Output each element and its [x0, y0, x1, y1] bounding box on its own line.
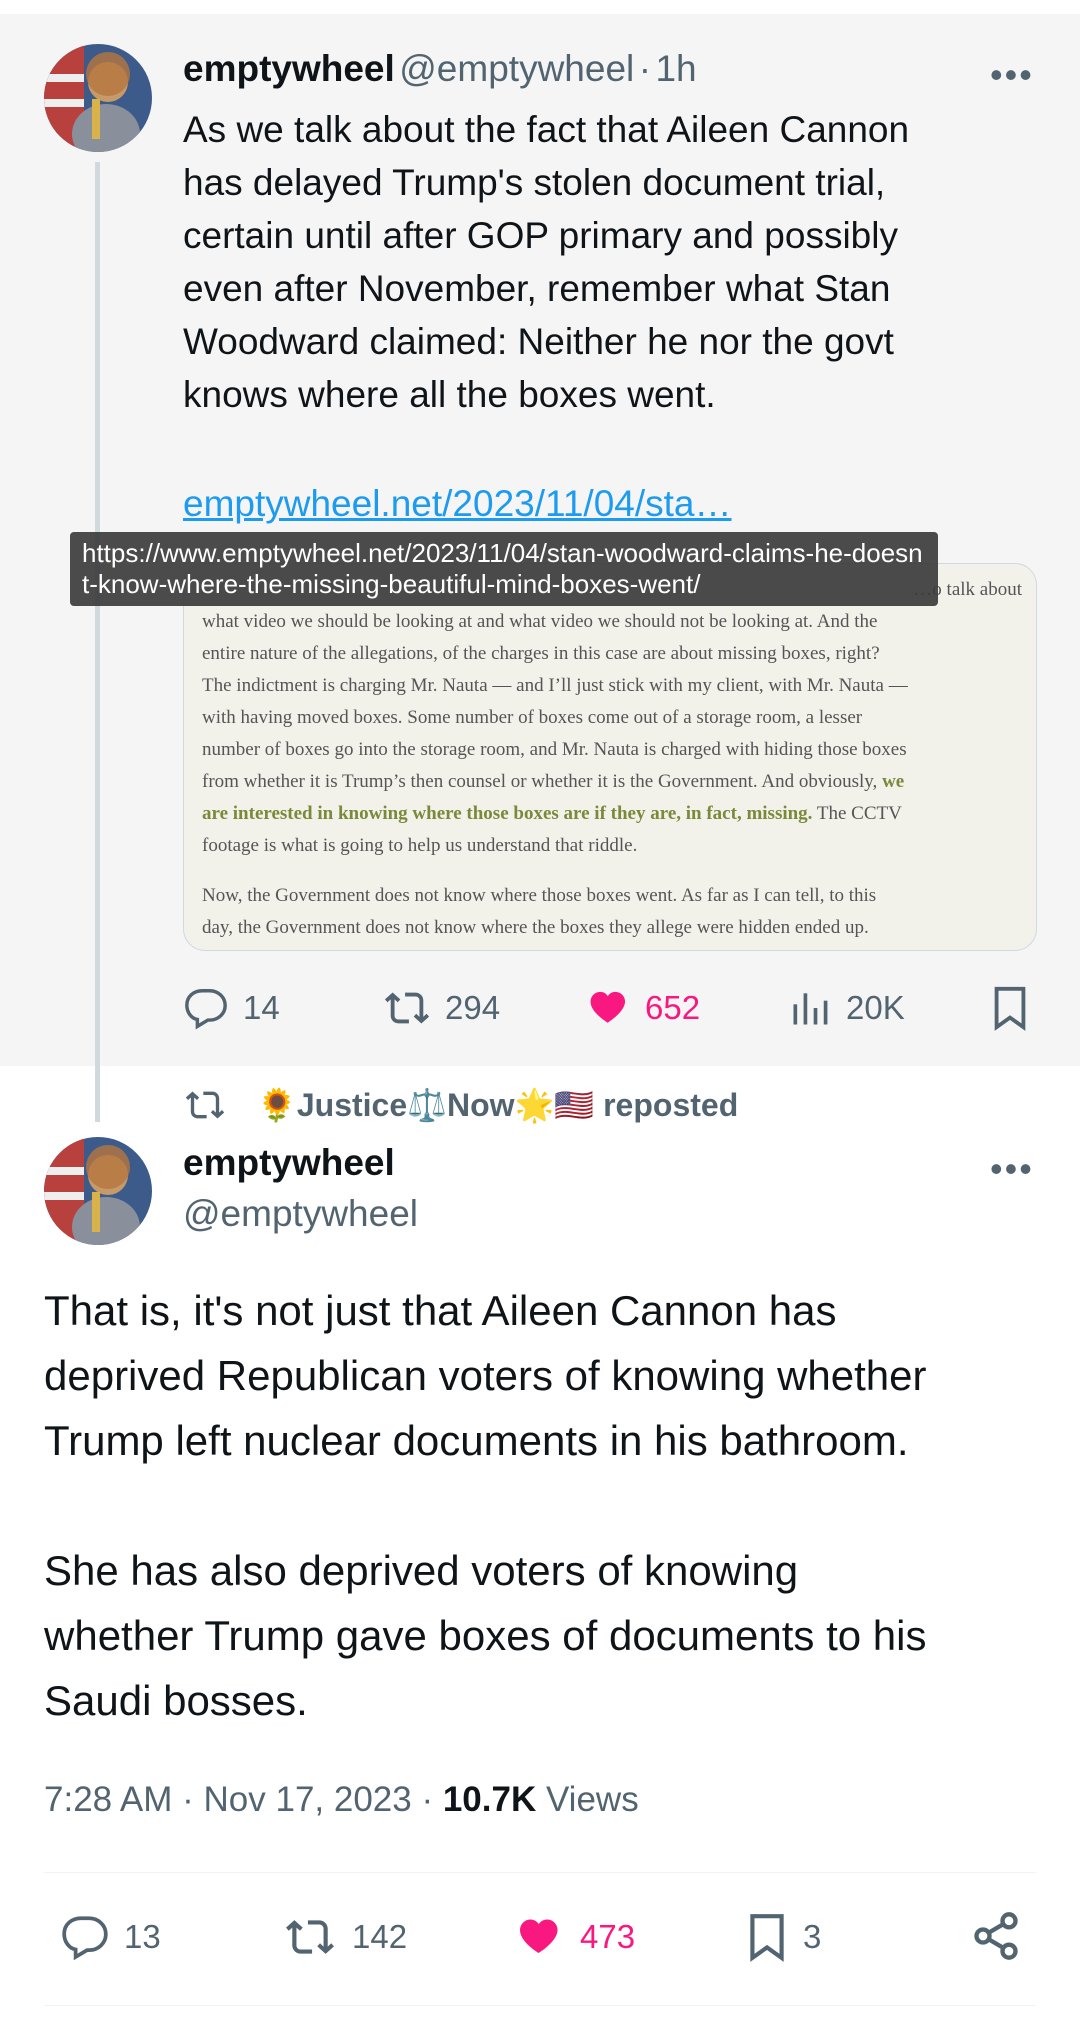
text-line: Saudi bosses.	[44, 1677, 308, 1724]
timestamp[interactable]: 7:28 AM · Nov 17, 2023 ·	[44, 1780, 443, 1819]
card-text-line: The indictment is charging Mr. Nauta — a…	[202, 675, 908, 696]
card-text-line: are interested in knowing where those bo…	[202, 798, 1022, 830]
divider	[44, 2005, 1036, 2006]
reply-button[interactable]: 14	[183, 985, 280, 1031]
separator: ·	[638, 48, 652, 89]
bookmark-button[interactable]	[990, 985, 1030, 1036]
views-label: Views	[536, 1780, 639, 1819]
repost-count: 142	[352, 1918, 408, 1955]
author-name[interactable]: emptywheel	[183, 1142, 395, 1184]
card-text: from whether it is Trump’s then counsel …	[202, 771, 878, 792]
card-text-line: from whether it is Trump’s then counsel …	[202, 766, 1022, 798]
card-highlight: are interested in knowing where those bo…	[202, 803, 813, 824]
parent-tweet-text: As we talk about the fact that Aileen Ca…	[183, 103, 1043, 421]
heart-icon	[590, 991, 626, 1023]
main-tweet-text: That is, it's not just that Aileen Canno…	[44, 1278, 1044, 1733]
heart-icon	[520, 1919, 558, 1954]
card-text-line: day, the Government does not know where …	[202, 917, 869, 938]
card-text-line: footage is what is going to help us unde…	[202, 835, 638, 856]
like-button[interactable]: 652	[585, 985, 700, 1031]
tweet-metadata: 7:28 AM · Nov 17, 2023 · 10.7K Views	[44, 1780, 639, 1820]
repost-icon	[185, 1091, 225, 1119]
reply-button[interactable]: 13	[60, 1912, 161, 1962]
avatar[interactable]	[44, 1137, 152, 1245]
reply-icon	[62, 1916, 108, 1961]
text-line: certain until after GOP primary and poss…	[183, 215, 898, 256]
card-text-line: what video we should be looking at and w…	[202, 611, 878, 632]
link-url-tooltip: https://www.emptywheel.net/2023/11/04/st…	[70, 532, 938, 606]
like-count: 473	[580, 1918, 636, 1955]
views-button[interactable]: 20K	[788, 985, 905, 1031]
views-count: 10.7K	[442, 1780, 537, 1819]
reposted-label: reposted	[594, 1086, 739, 1123]
repost-button[interactable]: 142	[282, 1912, 407, 1962]
thread-line	[95, 162, 100, 1122]
analytics-icon	[793, 993, 828, 1025]
parent-tweet-header: emptywheel @emptywheel · 1h	[183, 48, 697, 90]
text-line: As we talk about the fact that Aileen Ca…	[183, 109, 910, 150]
card-text-line: number of boxes go into the storage room…	[202, 739, 907, 760]
repost-count: 294	[445, 989, 501, 1026]
reply-count: 14	[243, 989, 280, 1026]
reply-count: 13	[124, 1918, 161, 1955]
share-button[interactable]	[970, 1910, 1022, 1967]
like-button[interactable]: 473	[512, 1912, 635, 1962]
reply-icon	[185, 989, 227, 1030]
bookmark-count: 3	[803, 1918, 822, 1955]
share-icon	[974, 1912, 1018, 1960]
text-line: That is, it's not just that Aileen Canno…	[44, 1287, 837, 1334]
avatar[interactable]	[44, 44, 152, 152]
card-text-line: with having moved boxes. Some number of …	[202, 707, 863, 728]
view-count: 20K	[846, 989, 905, 1026]
card-text: The CCTV	[816, 803, 902, 824]
text-line: Trump left nuclear documents in his bath…	[44, 1417, 909, 1464]
card-text-line: entire nature of the allegations, of the…	[202, 643, 880, 664]
like-count: 652	[645, 989, 701, 1026]
author-handle[interactable]: @emptywheel	[399, 48, 634, 89]
card-text-line: Now, the Government does not know where …	[202, 885, 877, 906]
bookmark-icon	[750, 1914, 784, 1962]
repost-banner[interactable]: 🌻Justice⚖️Now🌟🇺🇸 reposted	[183, 1085, 738, 1125]
more-options-icon[interactable]: •••	[990, 1148, 1034, 1190]
card-highlight: we	[882, 771, 905, 792]
repost-icon	[286, 1920, 334, 1954]
text-line: knows where all the boxes went.	[183, 374, 716, 415]
text-line: whether Trump gave boxes of documents to…	[44, 1612, 927, 1659]
repost-icon	[384, 992, 430, 1024]
author-handle[interactable]: @emptywheel	[183, 1193, 418, 1235]
reposter-name: 🌻Justice⚖️Now🌟🇺🇸	[257, 1087, 595, 1123]
text-line: has delayed Trump's stolen document tria…	[183, 162, 886, 203]
bookmark-icon	[994, 986, 1026, 1031]
more-options-icon[interactable]: •••	[990, 54, 1034, 96]
tweet-link[interactable]: emptywheel.net/2023/11/04/sta…	[183, 483, 732, 525]
author-name[interactable]: emptywheel	[183, 48, 395, 89]
text-line: deprived Republican voters of knowing wh…	[44, 1352, 927, 1399]
text-line: She has also deprived voters of knowing	[44, 1547, 799, 1594]
text-line: Woodward claimed: Neither he nor the gov…	[183, 321, 894, 362]
divider	[44, 1872, 1036, 1873]
bookmark-button[interactable]: 3	[745, 1912, 821, 1962]
link-preview-card[interactable]: …o talk about what video we should be lo…	[183, 563, 1037, 951]
text-line: even after November, remember what Stan	[183, 268, 891, 309]
repost-button[interactable]: 294	[383, 985, 500, 1031]
tweet-time[interactable]: 1h	[655, 48, 696, 89]
